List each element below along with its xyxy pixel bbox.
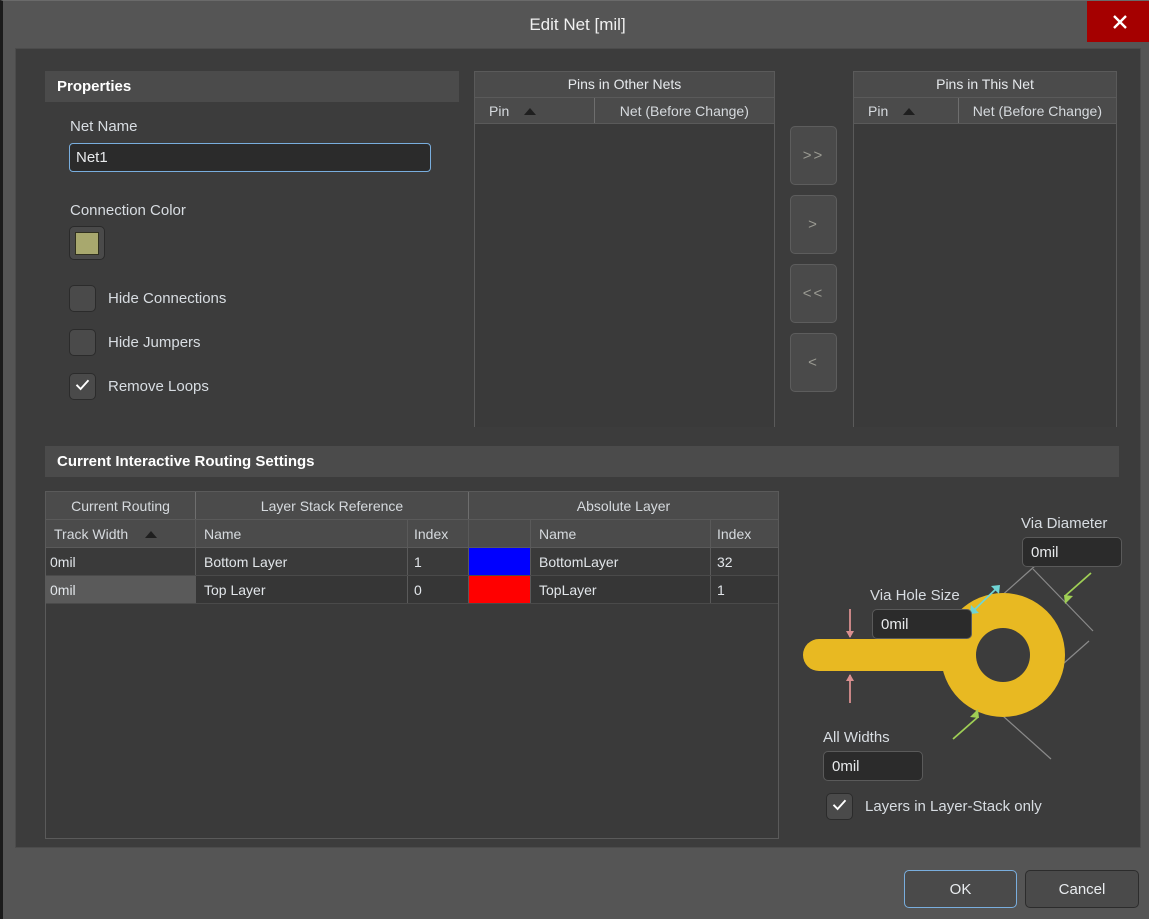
close-icon — [1109, 11, 1131, 33]
hide-jumpers-checkbox[interactable]: Hide Jumpers — [69, 329, 201, 356]
edit-net-dialog: Edit Net [mil] Properties Net Name Conne… — [0, 0, 1149, 919]
net-name-label: Net Name — [70, 118, 138, 135]
cancel-button[interactable]: Cancel — [1025, 870, 1139, 908]
pins-in-other-nets-panel: Pins in Other Nets Pin Net (Before Chang… — [474, 71, 775, 427]
cell-abs-name: TopLayer — [531, 576, 711, 603]
routing-settings-title: Current Interactive Routing Settings — [45, 446, 1119, 477]
layers-in-layer-stack-only-checkbox[interactable]: Layers in Layer-Stack only — [826, 793, 1042, 820]
checkmark-icon — [830, 795, 849, 819]
all-widths-label: All Widths — [823, 729, 890, 746]
title-bar: Edit Net [mil] — [3, 1, 1149, 48]
remove-loops-label: Remove Loops — [108, 378, 209, 395]
hide-jumpers-label: Hide Jumpers — [108, 334, 201, 351]
cell-ls-index: 0 — [408, 576, 469, 603]
move-all-right-button[interactable]: >> — [790, 126, 837, 185]
dialog-footer: OK Cancel — [3, 848, 1149, 919]
connection-color-swatch-button[interactable] — [69, 226, 105, 260]
column-header-ls-name[interactable]: Name — [196, 520, 408, 547]
move-all-left-button[interactable]: << — [790, 264, 837, 323]
table-row[interactable]: 0mil Top Layer 0 TopLayer 1 — [46, 576, 778, 604]
close-button[interactable] — [1087, 1, 1149, 42]
sort-ascending-icon — [902, 103, 916, 119]
column-header-color — [469, 520, 531, 547]
connection-color-swatch — [75, 231, 99, 255]
column-header-abs-name[interactable]: Name — [531, 520, 711, 547]
via-diameter-input[interactable] — [1022, 537, 1122, 567]
checkbox-box — [826, 793, 853, 820]
pins-in-this-net-list[interactable] — [854, 124, 1116, 427]
column-header-pin[interactable]: Pin — [854, 98, 959, 123]
sort-ascending-icon — [523, 103, 537, 119]
pins-in-other-nets-list[interactable] — [475, 124, 774, 427]
cell-track-width[interactable]: 0mil — [46, 548, 196, 575]
cell-layer-color — [469, 548, 531, 575]
column-header-ls-index[interactable]: Index — [408, 520, 469, 547]
layer-color-swatch — [469, 576, 530, 603]
pins-this-column-header: Pin Net (Before Change) — [854, 98, 1116, 124]
cell-ls-name: Top Layer — [196, 576, 408, 603]
column-header-pin[interactable]: Pin — [475, 98, 595, 123]
via-settings-area: Via Diameter Via Hole Size All Widths La… — [793, 491, 1123, 839]
cell-abs-name: BottomLayer — [531, 548, 711, 575]
group-header-current-routing: Current Routing — [46, 492, 196, 519]
pins-in-other-nets-title: Pins in Other Nets — [475, 72, 774, 98]
checkbox-box — [69, 373, 96, 400]
move-right-button[interactable]: > — [790, 195, 837, 254]
properties-group: Properties Net Name Connection Color Hid… — [45, 71, 459, 426]
cell-track-width[interactable]: 0mil — [46, 576, 196, 603]
routing-column-header-row: Track Width Name Index Name Index — [46, 520, 778, 548]
via-diameter-label: Via Diameter — [1021, 515, 1108, 532]
ok-button[interactable]: OK — [904, 870, 1017, 908]
pins-in-this-net-panel: Pins in This Net Pin Net (Before Change) — [853, 71, 1117, 427]
cell-abs-index: 1 — [717, 581, 725, 598]
checkbox-box — [69, 285, 96, 312]
sort-ascending-icon — [144, 526, 158, 542]
all-widths-input[interactable] — [823, 751, 923, 781]
move-left-button[interactable]: < — [790, 333, 837, 392]
properties-group-title: Properties — [45, 71, 459, 102]
column-header-track-width[interactable]: Track Width — [46, 520, 196, 547]
table-row[interactable]: 0mil Bottom Layer 1 BottomLayer 32 — [46, 548, 778, 576]
column-header-net-before-change[interactable]: Net (Before Change) — [959, 98, 1116, 123]
pins-other-column-header: Pin Net (Before Change) — [475, 98, 774, 124]
routing-settings-table: Current Routing Layer Stack Reference Ab… — [45, 491, 779, 839]
hide-connections-label: Hide Connections — [108, 290, 227, 307]
remove-loops-checkbox[interactable]: Remove Loops — [69, 373, 209, 400]
via-hole-size-label: Via Hole Size — [870, 587, 960, 604]
checkbox-box — [69, 329, 96, 356]
cell-ls-name: Bottom Layer — [196, 548, 408, 575]
hide-connections-checkbox[interactable]: Hide Connections — [69, 285, 226, 312]
net-name-input[interactable] — [69, 143, 431, 172]
column-header-net-label: Net (Before Change) — [619, 102, 749, 119]
group-header-absolute-layer: Absolute Layer — [576, 497, 671, 514]
cell-layer-color — [469, 576, 531, 603]
checkmark-icon — [73, 375, 92, 399]
routing-group-header-row: Current Routing Layer Stack Reference Ab… — [46, 492, 778, 520]
column-header-net-label: Net (Before Change) — [972, 102, 1102, 119]
via-hole-size-input[interactable] — [872, 609, 972, 639]
column-header-net-before-change[interactable]: Net (Before Change) — [595, 98, 774, 123]
window-title: Edit Net [mil] — [529, 15, 626, 34]
pins-in-this-net-title: Pins in This Net — [854, 72, 1116, 98]
cell-abs-index: 32 — [717, 553, 733, 570]
group-header-layer-stack-reference: Layer Stack Reference — [196, 492, 469, 519]
layers-in-layer-stack-only-label: Layers in Layer-Stack only — [865, 798, 1042, 815]
column-header-abs-index[interactable]: Index — [711, 520, 778, 547]
layer-color-swatch — [469, 548, 530, 575]
column-header-track-width-label: Track Width — [54, 525, 129, 542]
column-header-pin-label: Pin — [868, 102, 889, 119]
column-header-pin-label: Pin — [489, 102, 510, 119]
cell-ls-index: 1 — [408, 548, 469, 575]
connection-color-label: Connection Color — [70, 202, 186, 219]
